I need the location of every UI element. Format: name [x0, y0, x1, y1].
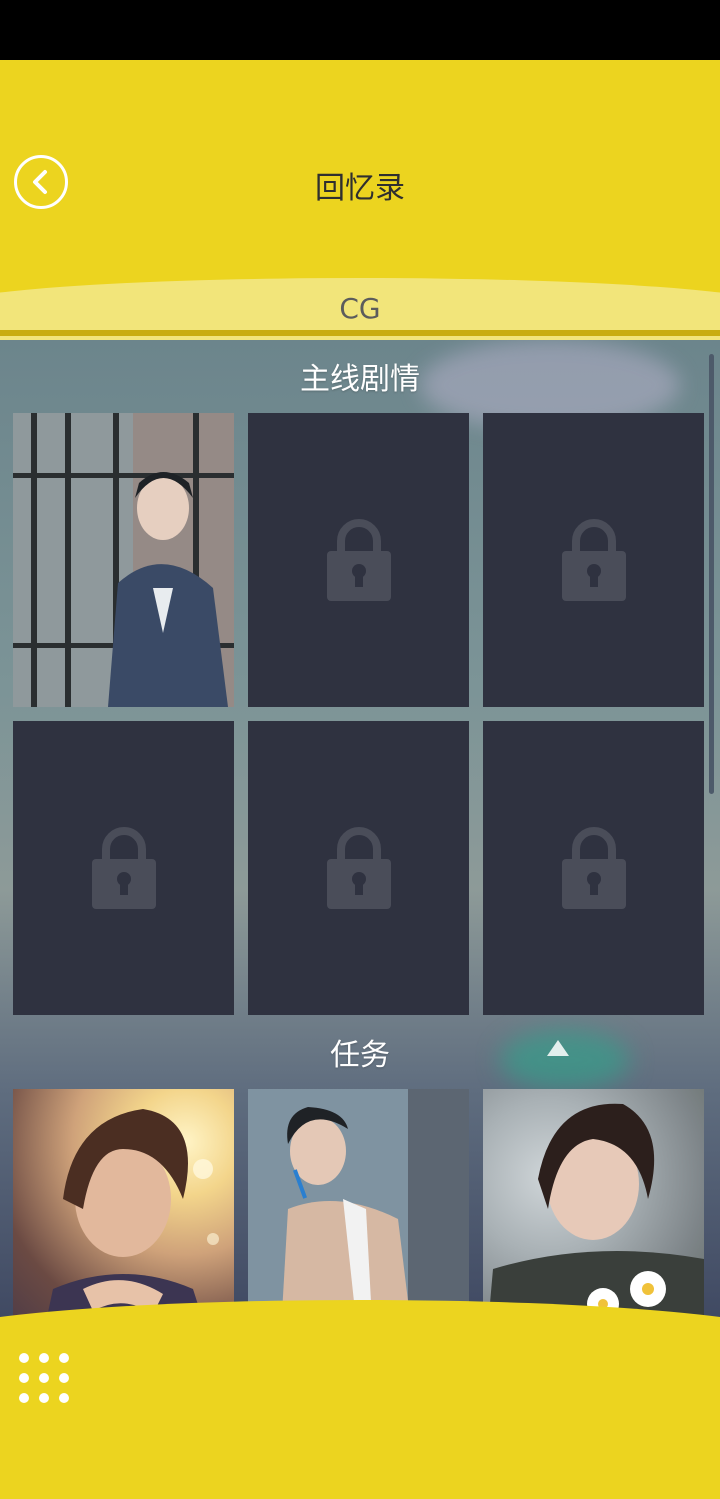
footer-bar	[0, 1300, 720, 1499]
tab-underline	[0, 330, 720, 336]
grid-menu-icon[interactable]	[18, 1352, 70, 1404]
page-title: 回忆录	[315, 171, 405, 206]
cg-card-locked[interactable]	[483, 721, 704, 1015]
lock-icon	[561, 827, 626, 909]
gallery-content[interactable]: 主线剧情 任务	[0, 340, 720, 1340]
section-title-tasks: 任务	[330, 1038, 390, 1073]
header: 回忆录 CG	[0, 60, 720, 340]
cg-illustration	[13, 413, 234, 707]
footer-background	[0, 1300, 720, 1499]
cg-card-locked[interactable]	[248, 721, 469, 1015]
cg-card-locked[interactable]	[248, 413, 469, 707]
lock-icon	[326, 827, 391, 909]
lock-icon	[91, 827, 156, 909]
lock-icon	[561, 519, 626, 601]
cg-card-locked[interactable]	[13, 721, 234, 1015]
tab-cg[interactable]: CG	[0, 292, 720, 325]
scrollbar[interactable]	[709, 354, 714, 794]
cg-card-man-at-window[interactable]	[13, 413, 234, 707]
cg-card-locked[interactable]	[483, 413, 704, 707]
section-title-main-story: 主线剧情	[300, 362, 420, 397]
status-bar	[0, 0, 720, 60]
lock-icon	[326, 519, 391, 601]
